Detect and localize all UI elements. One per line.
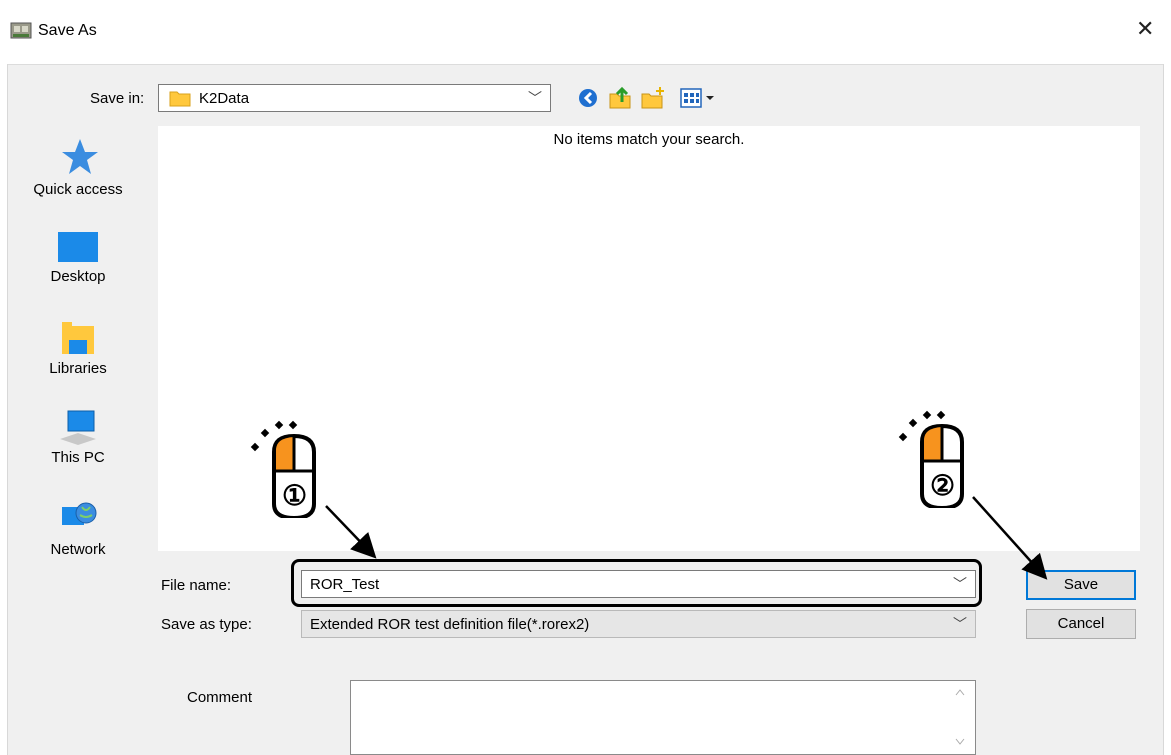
step-1-label: ①: [282, 480, 308, 511]
arrow-to-file-name: [325, 505, 377, 559]
arrow-to-save-button: [972, 496, 1048, 580]
step-2-label: ②: [930, 470, 956, 501]
annotation-arrows: [325, 496, 1048, 580]
